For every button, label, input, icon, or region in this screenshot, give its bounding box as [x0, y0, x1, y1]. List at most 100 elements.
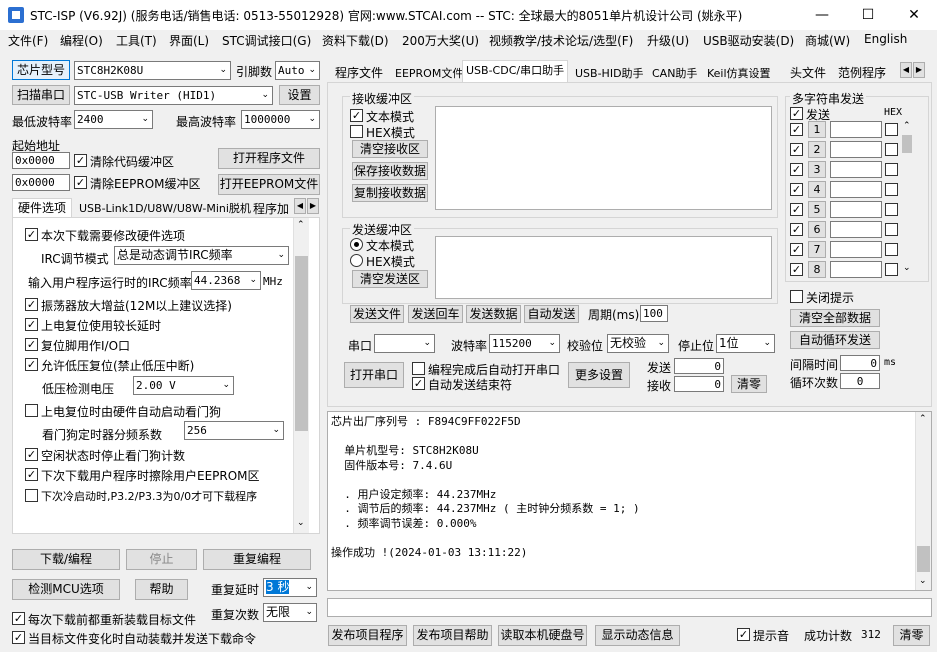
baud-select[interactable]: 115200 ⌄ [489, 334, 560, 353]
recv-text-mode-checkbox[interactable]: ✓ [350, 109, 363, 122]
tab-eeprom-file[interactable]: EEPROM文件 [392, 65, 466, 81]
multi-send-scrollbar[interactable]: ⌃ ⌄ [900, 121, 914, 276]
menu-file[interactable]: 文件(F) [8, 32, 48, 49]
log-scrollbar[interactable]: ⌃ ⌄ [915, 412, 931, 590]
multi-send-row-checkbox[interactable]: ✓ [790, 243, 803, 256]
chevron-down-icon[interactable]: ⌄ [919, 576, 927, 586]
menu-usb-driver[interactable]: USB驱动安装(D) [703, 32, 794, 49]
menu-english[interactable]: English [864, 32, 907, 46]
chip-model-select[interactable]: STC8H2K08U ⌄ [74, 61, 231, 80]
autosend-checkbox[interactable]: ✓ [12, 631, 25, 644]
option-wdt-auto-checkbox[interactable] [25, 404, 38, 417]
option-idle-wdt-checkbox[interactable]: ✓ [25, 448, 38, 461]
options-scrollbar[interactable]: ⌃ ⌄ [293, 218, 309, 533]
tab-usb-hid[interactable]: USB-HID助手 [572, 65, 647, 81]
loop-count-input[interactable]: 0 [840, 373, 880, 389]
multi-send-row-button[interactable]: 8 [808, 261, 826, 278]
auto-send-button[interactable]: 自动发送 [524, 305, 579, 323]
multi-send-row-input[interactable] [830, 241, 882, 258]
multi-send-row-button[interactable]: 3 [808, 161, 826, 178]
clear-eeprom-checkbox[interactable]: ✓ [74, 176, 87, 189]
multi-send-row-button[interactable]: 6 [808, 221, 826, 238]
menu-debug[interactable]: STC调试接口(G) [222, 32, 311, 49]
serial-port-select[interactable]: ⌄ [374, 334, 435, 353]
tab-examples[interactable]: 范例程序 [835, 64, 889, 81]
copy-receive-button[interactable]: 复制接收数据 [352, 184, 428, 202]
beep-checkbox[interactable]: ✓ [737, 628, 750, 641]
multi-send-row-hex-checkbox[interactable] [885, 203, 898, 216]
option-erase-eeprom-checkbox[interactable]: ✓ [25, 468, 38, 481]
chevron-up-icon[interactable]: ⌃ [919, 414, 927, 424]
tab-scroll-left-icon[interactable]: ◀ [294, 198, 306, 214]
chip-model-button[interactable]: 芯片型号 [12, 60, 70, 80]
option-lv-reset-checkbox[interactable]: ✓ [25, 358, 38, 371]
port-select[interactable]: STC-USB Writer (HID1) ⌄ [74, 86, 273, 105]
multi-send-row-checkbox[interactable]: ✓ [790, 203, 803, 216]
option-osc-gain-checkbox[interactable]: ✓ [25, 298, 38, 311]
option-long-delay-checkbox[interactable]: ✓ [25, 318, 38, 331]
multi-send-row-button[interactable]: 7 [808, 241, 826, 258]
publish-help-button[interactable]: 发布项目帮助 [413, 625, 492, 646]
reload-checkbox[interactable]: ✓ [12, 612, 25, 625]
receive-textarea[interactable] [435, 106, 772, 210]
start-address-input-1[interactable]: 0x0000 [12, 152, 70, 169]
multi-send-row-button[interactable]: 4 [808, 181, 826, 198]
chevron-down-icon[interactable]: ⌄ [297, 518, 305, 528]
tab-usb-link[interactable]: USB-Link1D/U8W/U8W-Mini脱机 [76, 200, 254, 216]
scan-port-button[interactable]: 扫描串口 [12, 85, 70, 105]
open-eeprom-file-button[interactable]: 打开EEPROM文件 [218, 174, 320, 195]
publish-project-button[interactable]: 发布项目程序 [328, 625, 407, 646]
help-button[interactable]: 帮助 [135, 579, 188, 600]
multi-send-row-hex-checkbox[interactable] [885, 263, 898, 276]
option-modify-hw-checkbox[interactable]: ✓ [25, 228, 38, 241]
chevron-down-icon[interactable]: ⌄ [903, 263, 911, 273]
parity-select[interactable]: 无校验 ⌄ [607, 334, 669, 353]
repeat-delay-select[interactable]: 3 秒 ⌄ [263, 578, 317, 597]
multi-send-row-checkbox[interactable]: ✓ [790, 263, 803, 276]
read-disk-id-button[interactable]: 读取本机硬盘号 [498, 625, 587, 646]
menu-download[interactable]: 资料下载(D) [322, 32, 389, 49]
more-settings-button[interactable]: 更多设置 [568, 362, 630, 388]
multi-send-all-checkbox[interactable]: ✓ [790, 107, 803, 120]
menu-prize[interactable]: 200万大奖(U) [402, 32, 479, 49]
multi-send-row-input[interactable] [830, 181, 882, 198]
send-hex-mode-radio[interactable] [350, 254, 363, 267]
menu-tools[interactable]: 工具(T) [116, 32, 157, 49]
multi-send-row-input[interactable] [830, 141, 882, 158]
tab-header[interactable]: 头文件 [787, 64, 829, 81]
recv-hex-mode-checkbox[interactable] [350, 125, 363, 138]
menu-upgrade[interactable]: 升级(U) [647, 32, 689, 49]
menu-ui[interactable]: 界面(L) [169, 32, 209, 49]
clear-code-checkbox[interactable]: ✓ [74, 154, 87, 167]
multi-send-row-input[interactable] [830, 261, 882, 278]
multi-send-row-input[interactable] [830, 201, 882, 218]
wdt-div-select[interactable]: 256 ⌄ [184, 421, 284, 440]
log-output[interactable]: 芯片出厂序列号 : F894C9FF022F5D 单片机型号: STC8H2K0… [327, 411, 932, 591]
send-textarea[interactable] [435, 236, 772, 299]
multi-send-row-button[interactable]: 2 [808, 141, 826, 158]
repeat-count-select[interactable]: 无限 ⌄ [263, 603, 317, 622]
menu-program[interactable]: 编程(O) [60, 32, 103, 49]
close-tips-checkbox[interactable] [790, 290, 803, 303]
chevron-up-icon[interactable]: ⌃ [297, 220, 305, 230]
chevron-up-icon[interactable]: ⌃ [903, 121, 911, 131]
minimize-icon[interactable]: — [799, 0, 845, 30]
save-receive-button[interactable]: 保存接收数据 [352, 162, 428, 180]
multi-send-row-button[interactable]: 5 [808, 201, 826, 218]
tab-can[interactable]: CAN助手 [649, 65, 700, 81]
multi-send-row-checkbox[interactable]: ✓ [790, 183, 803, 196]
send-file-button[interactable]: 发送文件 [350, 305, 404, 323]
scrollbar-thumb[interactable] [295, 256, 308, 431]
open-port-button[interactable]: 打开串口 [344, 362, 404, 388]
auto-open-port-checkbox[interactable] [412, 362, 425, 375]
multi-send-row-hex-checkbox[interactable] [885, 163, 898, 176]
scrollbar-thumb[interactable] [917, 546, 930, 572]
auto-end-checkbox[interactable]: ✓ [412, 377, 425, 390]
stop-button[interactable]: 停止 [126, 549, 197, 570]
clear-counter-button[interactable]: 清零 [731, 375, 767, 393]
download-button[interactable]: 下载/编程 [12, 549, 120, 570]
open-program-file-button[interactable]: 打开程序文件 [218, 148, 320, 169]
multi-send-row-checkbox[interactable]: ✓ [790, 223, 803, 236]
auto-loop-send-button[interactable]: 自动循环发送 [790, 331, 880, 349]
option-reset-io-checkbox[interactable]: ✓ [25, 338, 38, 351]
